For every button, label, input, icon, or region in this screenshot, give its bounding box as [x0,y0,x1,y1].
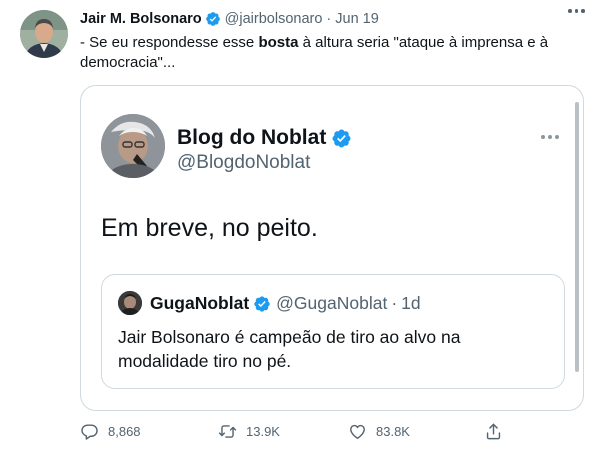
author-avatar[interactable] [20,10,68,58]
embed-author-name: Blog do Noblat [177,126,327,149]
tweet-text-part: - Se eu respondesse esse [80,34,259,51]
embed-tweet-text: Em breve, no peito. [101,214,318,242]
tweet-text-bold: bosta [258,34,299,51]
embedded-tweet-image[interactable]: Blog do Noblat @BlogdoNoblat Em breve, n… [80,85,584,411]
retweet-button[interactable]: 13.9K [218,422,280,441]
share-icon [486,423,501,440]
quote-author-avatar [118,291,142,315]
author-name[interactable]: Jair M. Bolsonaro [80,11,202,27]
share-button[interactable] [484,422,512,441]
like-count: 83.8K [376,424,410,439]
retweet-icon [218,425,237,438]
reply-count: 8,868 [108,424,141,439]
quoted-tweet: GugaNoblat @GugaNoblat · 1d Jair Bolsona… [101,274,565,389]
separator-dot: · [391,293,398,313]
tweet-text: - Se eu respondesse esse bosta à altura … [80,33,580,73]
reply-icon [81,424,98,440]
embed-author-name-row: Blog do Noblat [177,126,356,150]
quote-author-handle: @GugaNoblat [276,293,388,313]
verified-badge-icon [332,129,351,147]
tweet-timestamp[interactable]: Jun 19 [335,11,379,27]
tweet-header: Jair M. Bolsonaro @jairbolsonaro · Jun 1… [80,11,379,27]
quote-header: GugaNoblat @GugaNoblat · 1d [150,293,421,314]
separator-dot: · [326,11,332,27]
tweet[interactable]: Jair M. Bolsonaro @jairbolsonaro · Jun 1… [0,0,602,454]
embed-scrollbar [575,102,579,372]
quote-text: Jair Bolsonaro é campeão de tiro ao alvo… [118,327,461,371]
embed-author-handle: @BlogdoNoblat [177,152,311,173]
embed-author-avatar [101,114,165,178]
more-options-icon[interactable] [568,9,585,13]
like-button[interactable]: 83.8K [348,422,410,441]
quote-author-name: GugaNoblat [150,293,250,313]
quote-timestamp: 1d [401,293,421,313]
verified-badge-icon [205,12,220,26]
more-options-icon [541,135,559,139]
author-handle[interactable]: @jairbolsonaro [225,11,323,27]
tweet-actions: 8,868 13.9K 83.8K [80,422,520,444]
retweet-count: 13.9K [246,424,280,439]
reply-button[interactable]: 8,868 [80,422,141,441]
like-icon [350,424,365,439]
verified-badge-icon [254,295,270,312]
